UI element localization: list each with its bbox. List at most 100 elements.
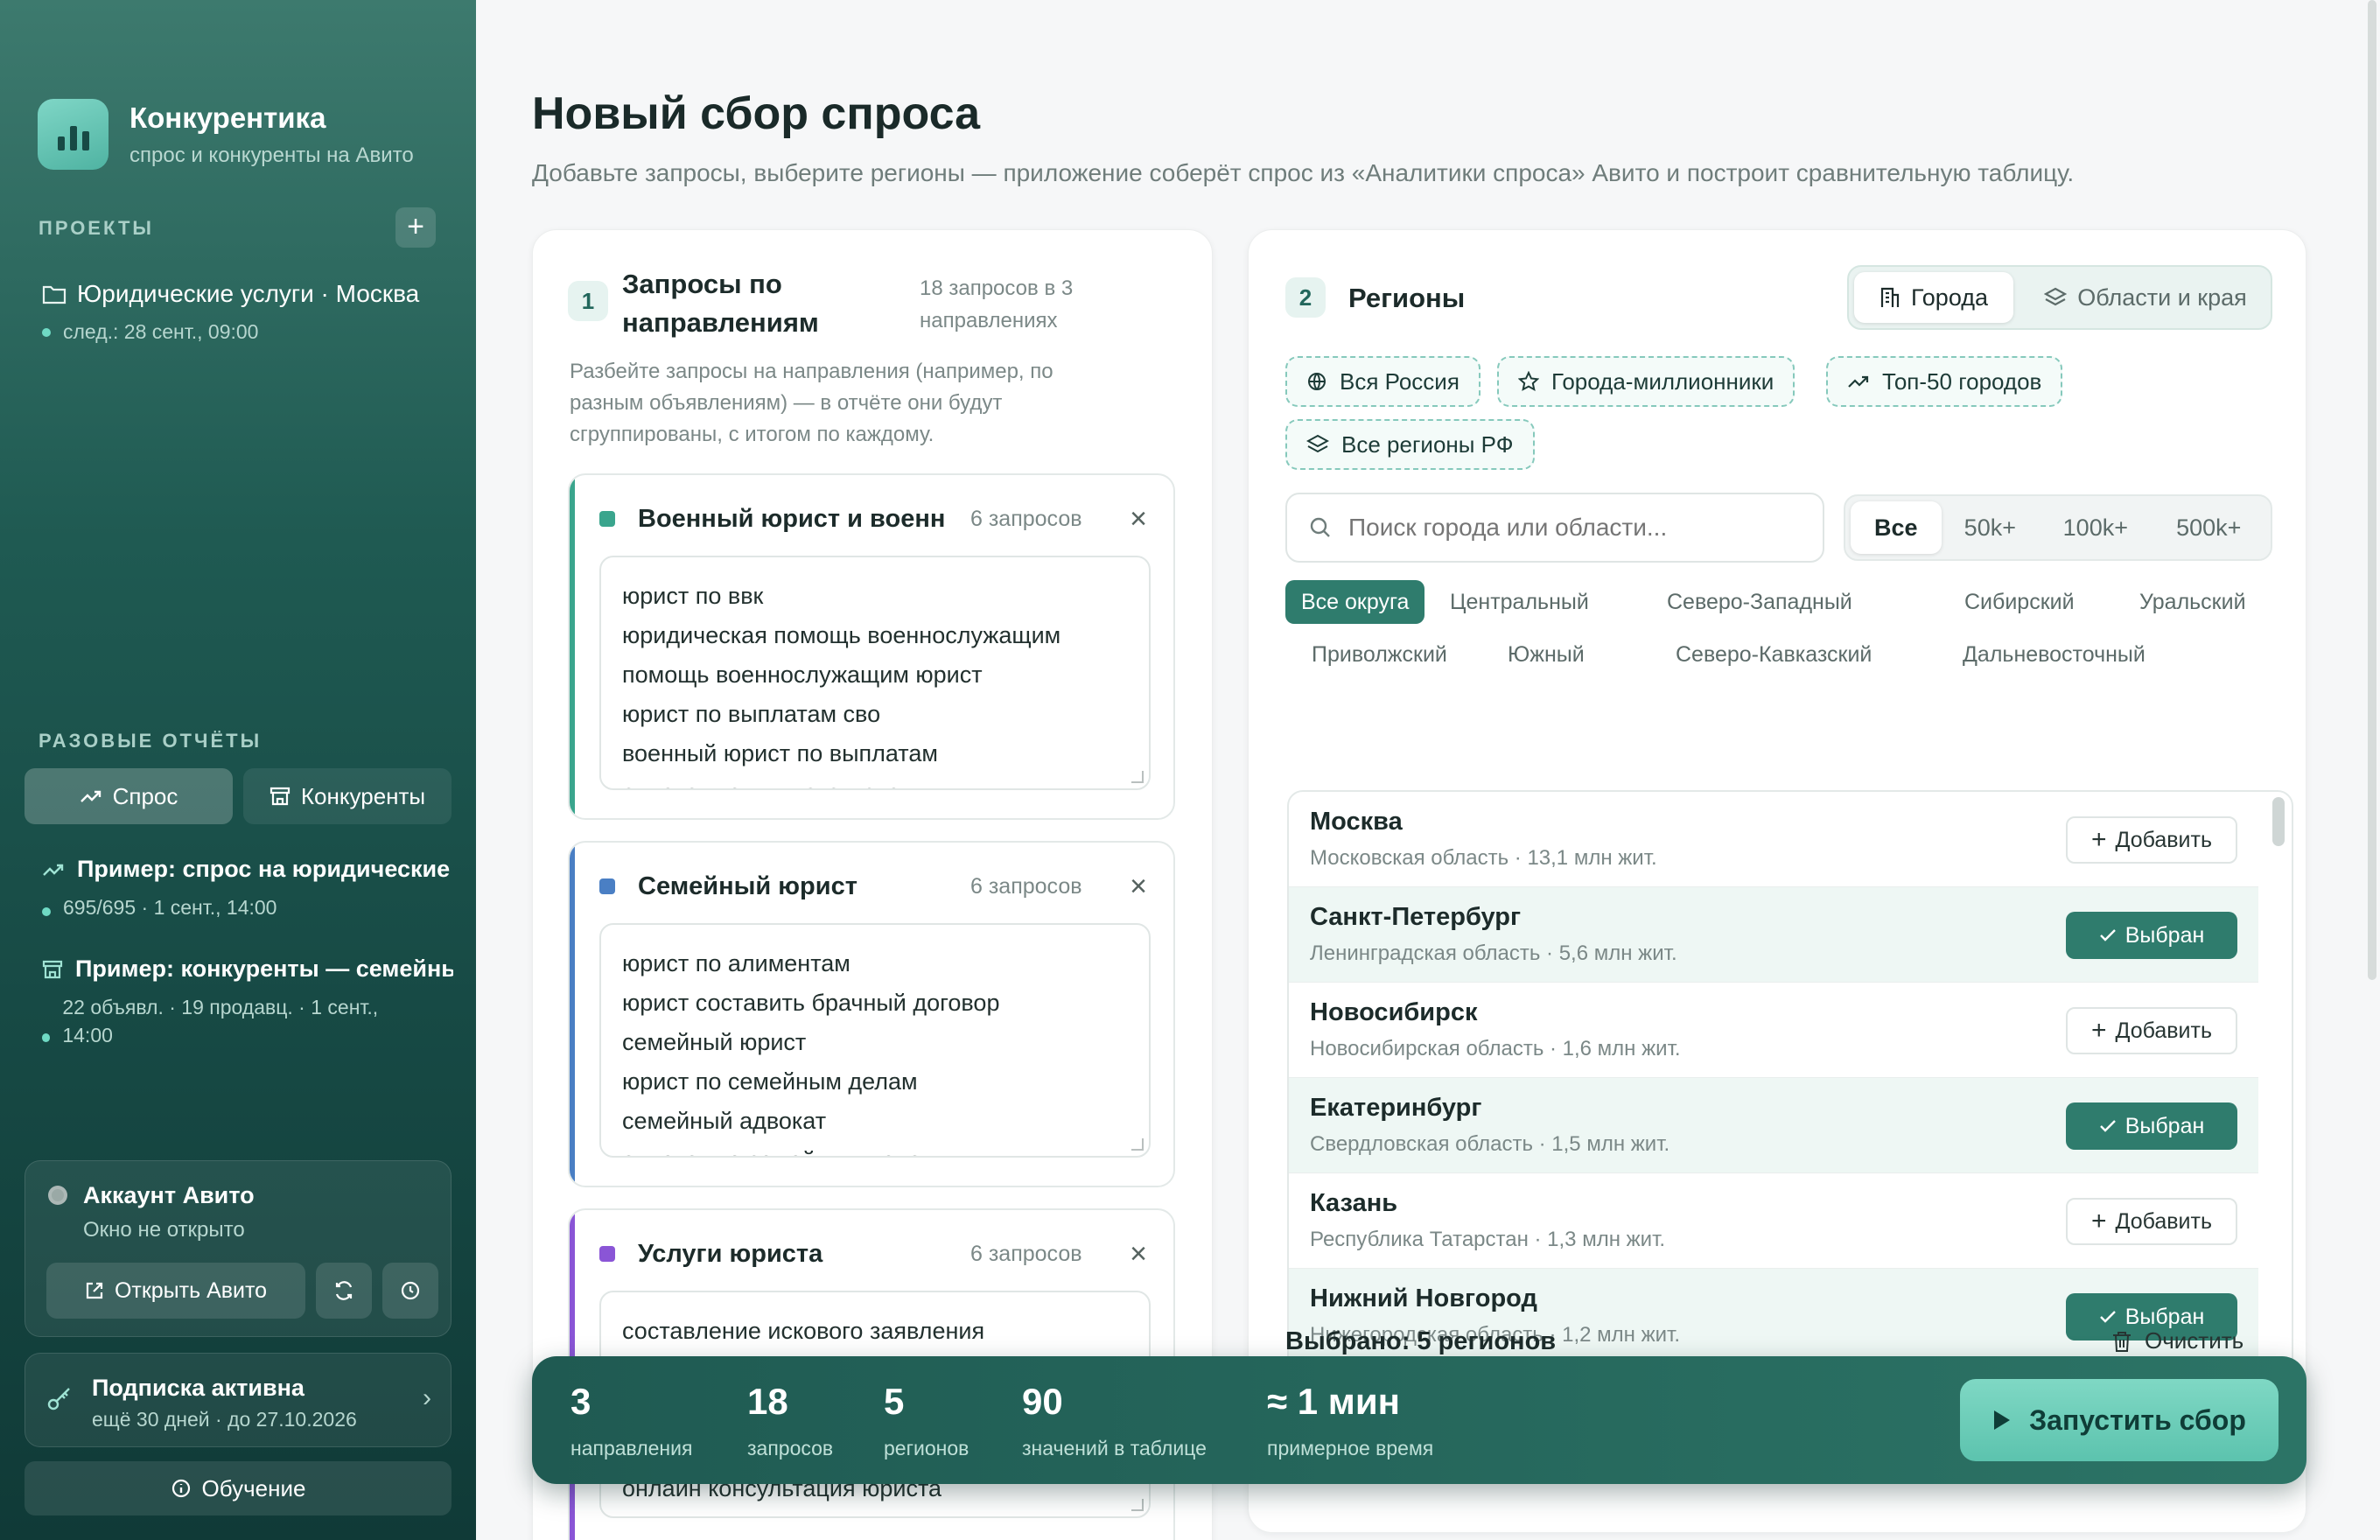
stat-regions: 5 регионов xyxy=(884,1381,970,1460)
tab-regions[interactable]: Области и края xyxy=(2022,272,2269,323)
city-name: Нижний Новгород xyxy=(1310,1284,1537,1312)
open-avito-button[interactable]: Открыть Авито xyxy=(46,1263,305,1319)
city-name: Казань xyxy=(1310,1189,1398,1217)
chevron-right-icon: › xyxy=(423,1383,431,1412)
add-city-button[interactable]: + Добавить xyxy=(2066,1198,2237,1245)
district-chip[interactable]: Все округа xyxy=(1285,580,1425,624)
project-name: Юридические услуги · Москва xyxy=(77,280,420,307)
query-line: адвокат по выплатам сво xyxy=(622,774,1128,788)
query-line: семейный адвокат xyxy=(622,1108,827,1134)
report-item[interactable]: Пример: конкуренты — семейный юрист 22 о… xyxy=(42,956,453,1049)
query-line: помощь военнослужащим юрист xyxy=(622,662,983,688)
clear-button[interactable]: Очистить xyxy=(2111,1327,2244,1354)
stat-directions: 3 направления xyxy=(570,1381,693,1460)
district-chip[interactable]: Сибирский xyxy=(1949,580,2090,624)
district-chip[interactable]: Северо-Западный xyxy=(1651,580,1868,624)
avito-account-panel: Аккаунт Авито Окно не открыто Открыть Ав… xyxy=(24,1160,452,1337)
add-city-button[interactable]: + Добавить xyxy=(2066,1007,2237,1054)
folder-icon xyxy=(42,285,66,304)
district-chip[interactable]: Приволжский xyxy=(1303,633,1456,676)
bar-chart-icon xyxy=(38,99,108,170)
subscription-card[interactable]: Подписка активна ещё 30 дней · до 27.10.… xyxy=(24,1353,452,1447)
preset-top-50[interactable]: Топ-50 городов xyxy=(1826,356,2063,407)
query-line: юрист по алиментам xyxy=(622,950,850,976)
start-collection-button[interactable]: Запустить сбор xyxy=(1960,1379,2278,1461)
tab-cities[interactable]: Города xyxy=(1854,272,2013,323)
stat-values: 90 значений в таблице xyxy=(1022,1381,1207,1460)
queries-card: 1 Запросы по направлениям 18 запросов в 3… xyxy=(532,229,1213,1540)
queries-count: 18 запросов в 3 направлениях xyxy=(920,276,1074,332)
scrollbar[interactable] xyxy=(2272,797,2285,846)
key-icon xyxy=(47,1388,70,1410)
tab-competitors[interactable]: Конкуренты xyxy=(243,768,452,824)
tab-demand[interactable]: Спрос xyxy=(24,768,233,824)
city-info: Свердловская область · 1,5 млн жит. xyxy=(1310,1132,1670,1156)
selected-button[interactable]: Выбран xyxy=(2066,912,2237,959)
close-icon[interactable]: × xyxy=(1130,1237,1147,1271)
refresh-icon xyxy=(335,1281,353,1300)
district-chip[interactable]: Северо-Кавказский xyxy=(1667,633,1880,676)
group-count: 6 запросов xyxy=(970,506,1082,531)
preset-all-russia[interactable]: Вся Россия xyxy=(1285,356,1480,407)
queries-textarea[interactable]: юрист по алиментам юрист составить брачны… xyxy=(599,923,1151,1158)
city-row[interactable]: Москва Московская область · 13,1 млн жит.… xyxy=(1289,792,2258,887)
projects-label: ПРОЕКТЫ xyxy=(38,217,154,239)
project-next-run: след.: 28 сент., 09:00 xyxy=(63,320,259,343)
plus-icon: + xyxy=(2090,1016,2107,1045)
report-title: Пример: конкуренты — семейный юрист xyxy=(75,956,453,982)
filter-100k[interactable]: 100k+ xyxy=(2039,514,2152,542)
group-count: 6 запросов xyxy=(970,873,1082,899)
filter-all[interactable]: Все xyxy=(1851,501,1942,554)
resize-handle[interactable] xyxy=(1131,1138,1144,1151)
selected-summary: Выбрано: 5 регионов xyxy=(1285,1327,1557,1355)
city-info: Ленинградская область · 5,6 млн жит. xyxy=(1310,942,1677,965)
trend-icon xyxy=(1848,375,1869,388)
group-color-bar xyxy=(570,475,575,818)
refresh-button[interactable] xyxy=(316,1263,372,1319)
resize-handle[interactable] xyxy=(1131,771,1144,783)
city-row[interactable]: Новосибирск Новосибирская область · 1,6 м… xyxy=(1289,983,2258,1078)
page-scrollbar[interactable] xyxy=(2368,0,2376,980)
add-project-button[interactable]: + xyxy=(396,207,436,248)
selected-button[interactable]: Выбран xyxy=(2066,1102,2237,1150)
filter-50k[interactable]: 50k+ xyxy=(1942,514,2040,542)
report-item[interactable]: Пример: спрос на юридические услуги 695/… xyxy=(42,856,453,921)
city-name: Санкт-Петербург xyxy=(1310,903,1522,931)
group-name[interactable]: Семейный юрист xyxy=(638,872,944,901)
learn-button[interactable]: Обучение xyxy=(24,1461,452,1516)
population-filter: Все 50k+ 100k+ 500k+ xyxy=(1844,494,2272,561)
preset-all-regions[interactable]: Все регионы РФ xyxy=(1285,419,1535,470)
stat-time: ≈ 1 мин примерное время xyxy=(1267,1381,1434,1460)
add-city-button[interactable]: + Добавить xyxy=(2066,816,2237,864)
district-chip[interactable]: Южный xyxy=(1499,633,1593,676)
report-meta: 22 объявл. · 19 продавц. · 1 сент., 14:0… xyxy=(62,996,379,1046)
filter-500k[interactable]: 500k+ xyxy=(2152,514,2265,542)
district-chip[interactable]: Уральский xyxy=(2124,580,2262,624)
search-input[interactable] xyxy=(1348,514,1803,542)
district-chip[interactable]: Центральный xyxy=(1434,580,1605,624)
resize-handle[interactable] xyxy=(1131,1499,1144,1511)
project-item[interactable]: Юридические услуги · Москва след.: 28 се… xyxy=(42,280,453,344)
step-number: 1 xyxy=(568,281,608,321)
group-name[interactable]: Военный юрист и военнослужащие xyxy=(638,505,944,534)
group-name[interactable]: Услуги юриста xyxy=(638,1240,944,1269)
group-color-bar xyxy=(570,843,575,1186)
close-icon[interactable]: × xyxy=(1130,502,1147,536)
query-line: адвокат по семейным делам xyxy=(622,1141,1128,1156)
history-button[interactable] xyxy=(382,1263,438,1319)
check-icon xyxy=(2099,929,2116,942)
query-line: юридическая помощь военнослужащим xyxy=(622,622,1061,648)
external-link-icon xyxy=(86,1282,103,1299)
preset-million-cities[interactable]: Города-миллионники xyxy=(1497,356,1796,407)
report-title: Пример: спрос на юридические услуги xyxy=(77,856,453,882)
city-row[interactable]: Казань Республика Татарстан · 1,3 млн жит… xyxy=(1289,1173,2258,1269)
district-chip[interactable]: Дальневосточный xyxy=(1954,633,2154,676)
globe-icon xyxy=(1308,373,1326,390)
city-row[interactable]: Екатеринбург Свердловская область · 1,5 м… xyxy=(1289,1078,2258,1173)
queries-textarea[interactable]: юрист по ввк юридическая помощь военнослу… xyxy=(599,556,1151,790)
region-search[interactable] xyxy=(1285,493,1824,563)
regions-title: Регионы xyxy=(1348,283,1466,313)
city-row[interactable]: Санкт-Петербург Ленинградская область · 5… xyxy=(1289,887,2258,983)
close-icon[interactable]: × xyxy=(1130,870,1147,904)
page-title: Новый сбор спроса xyxy=(532,88,981,139)
